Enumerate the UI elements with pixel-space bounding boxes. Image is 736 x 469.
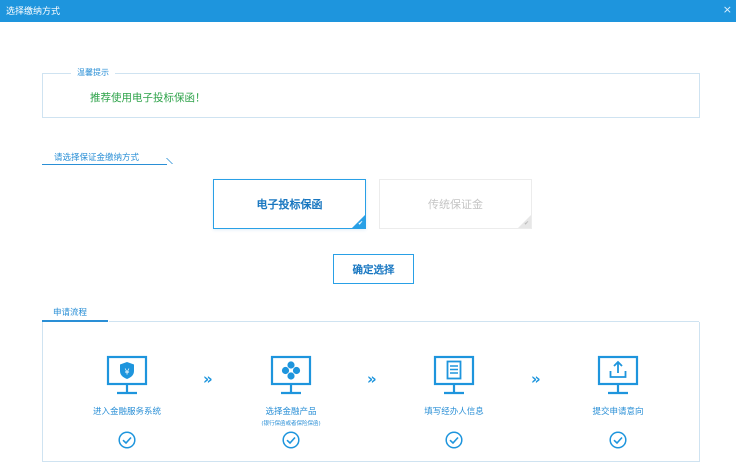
process-step-2: 选择金融产品 (银行保函或者保险保函): [231, 354, 351, 427]
step-label: 提交申请意向: [592, 407, 644, 417]
confirm-selection-label: 确定选择: [352, 263, 395, 276]
process-step-1: ¥ 进入金融服务系统: [67, 354, 187, 417]
product-monitor-icon: [270, 355, 312, 395]
check-circle-icon: [445, 431, 463, 449]
check-circle-icon: [118, 431, 136, 449]
option-label: 电子投标保函: [256, 198, 323, 211]
step-arrow-icon: »: [367, 370, 377, 388]
option-electronic-guarantee[interactable]: 电子投标保函 ✔: [213, 179, 366, 229]
process-step-4: 提交申请意向: [558, 354, 678, 417]
confirm-selection-button[interactable]: 确定选择: [333, 254, 414, 284]
step-label: 填写经办人信息: [424, 407, 484, 417]
check-circle-icon: [609, 431, 627, 449]
close-icon[interactable]: ×: [723, 3, 732, 16]
step-label: 选择金融产品: [265, 407, 317, 417]
step-sublabel: (银行保函或者保险保函): [261, 421, 321, 427]
check-circle-icon: [282, 431, 300, 449]
upload-monitor-icon: [597, 355, 639, 395]
tips-legend: 温馨提示: [71, 67, 115, 78]
step-label: 进入金融服务系统: [92, 407, 161, 417]
tips-message: 推荐使用电子投标保函！: [90, 92, 206, 104]
window-title: 选择缴纳方式: [6, 7, 61, 17]
choose-section-title: 请选择保证金缴纳方式: [54, 153, 140, 163]
process-section-title: 申请流程: [53, 308, 88, 318]
selected-corner-icon: ✔: [352, 215, 365, 228]
window-titlebar: 选择缴纳方式 ×: [0, 0, 736, 22]
form-monitor-icon: [433, 355, 475, 395]
option-label: 传统保证金: [428, 198, 483, 211]
step-arrow-icon: »: [203, 370, 213, 388]
option-traditional-deposit[interactable]: 传统保证金 ✔: [379, 179, 532, 229]
process-step-3: 填写经办人信息: [394, 354, 514, 417]
unselected-corner-icon: ✔: [518, 215, 531, 228]
choose-section-underline: [42, 164, 167, 165]
step-arrow-icon: »: [531, 370, 541, 388]
bank-monitor-icon: ¥: [106, 355, 148, 395]
tips-box: 温馨提示 推荐使用电子投标保函！: [42, 67, 700, 118]
svg-text:¥: ¥: [124, 368, 129, 377]
